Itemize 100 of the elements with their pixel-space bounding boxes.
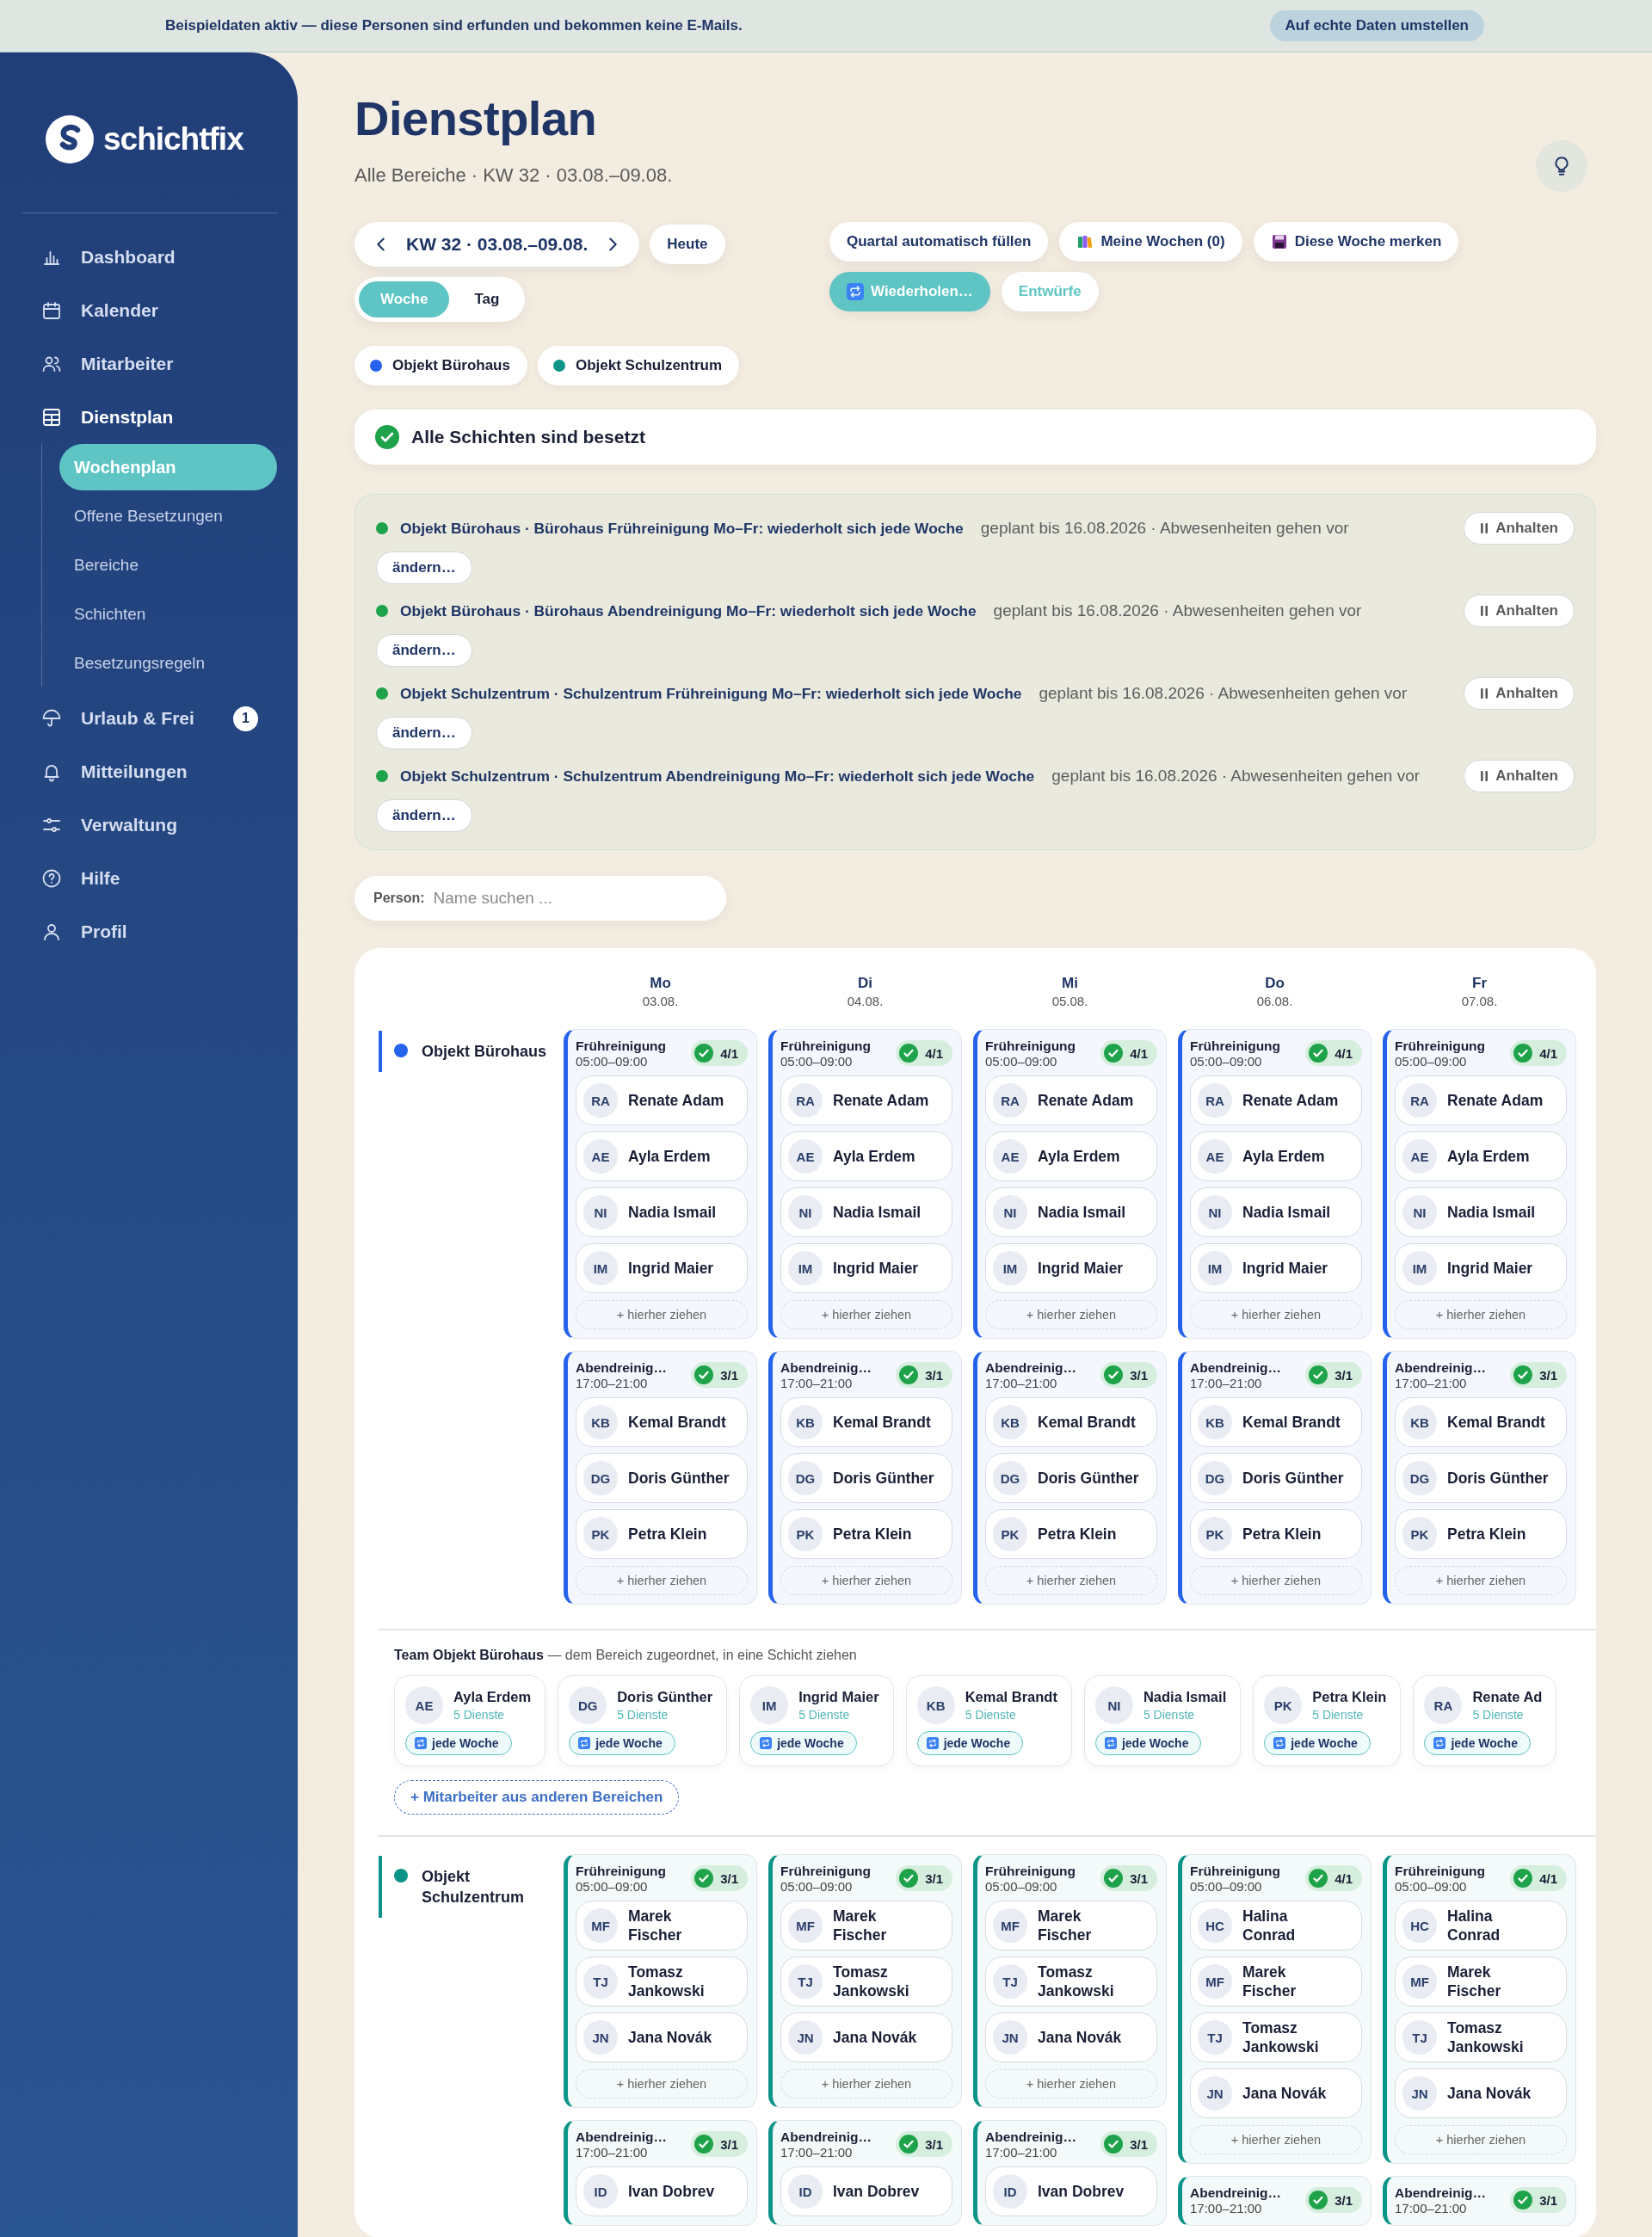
person-chip[interactable]: AE Ayla Erdem: [780, 1131, 952, 1181]
person-chip[interactable]: MF Marek Fischer: [576, 1901, 748, 1950]
action-button[interactable]: Quartal automatisch füllen: [829, 222, 1049, 262]
rule-meta: geplant bis 16.08.2026 · Abwesenheiten gehen vor: [1039, 684, 1408, 703]
nav-subitem[interactable]: Offene Besetzungen: [59, 493, 277, 539]
pause-button[interactable]: Anhalten: [1464, 512, 1575, 545]
member-card[interactable]: AE Ayla Erdem 5 Dienste jede Woche: [394, 1675, 546, 1766]
person-chip[interactable]: IM Ingrid Maier: [1395, 1243, 1567, 1293]
person-chip[interactable]: PK Petra Klein: [1190, 1509, 1362, 1559]
person-chip[interactable]: IM Ingrid Maier: [576, 1243, 748, 1293]
person-chip[interactable]: TJ Tomasz Jankowski: [576, 1957, 748, 2006]
action-button[interactable]: Diese Woche merken: [1253, 222, 1459, 262]
nav-subitem[interactable]: Besetzungsregeln: [59, 640, 277, 687]
shift-count: 5 Dienste: [965, 1708, 1017, 1722]
person-chip[interactable]: NI Nadia Ismail: [1395, 1187, 1567, 1237]
person-chip[interactable]: MF Marek Fischer: [1395, 1957, 1567, 2006]
person-chip[interactable]: KB Kemal Brandt: [576, 1397, 748, 1447]
person-chip[interactable]: NI Nadia Ismail: [576, 1187, 748, 1237]
search-input[interactable]: Name suchen ...: [433, 889, 707, 908]
shift-time: 05:00–09:00: [985, 1054, 1058, 1069]
person-chip[interactable]: KB Kemal Brandt: [1190, 1397, 1362, 1447]
person-chip[interactable]: PK Petra Klein: [1395, 1509, 1567, 1559]
person-chip[interactable]: IM Ingrid Maier: [780, 1243, 952, 1293]
person-chip[interactable]: RA Renate Adam: [1190, 1075, 1362, 1125]
pause-button[interactable]: Anhalten: [1464, 595, 1575, 627]
edit-button[interactable]: ändern…: [376, 552, 472, 584]
person-chip[interactable]: NI Nadia Ismail: [780, 1187, 952, 1237]
person-chip[interactable]: ID Ivan Dobrev: [985, 2166, 1157, 2216]
person-chip[interactable]: MF Marek Fischer: [780, 1901, 952, 1950]
person-chip[interactable]: MF Marek Fischer: [985, 1901, 1157, 1950]
person-chip[interactable]: PK Petra Klein: [985, 1509, 1157, 1559]
pause-button[interactable]: Anhalten: [1464, 760, 1575, 792]
person-chip[interactable]: DG Doris Günther: [780, 1453, 952, 1503]
person-chip[interactable]: TJ Tomasz Jankowski: [780, 1957, 952, 2006]
nav-item[interactable]: Mitarbeiter: [0, 337, 298, 391]
person-chip[interactable]: IM Ingrid Maier: [1190, 1243, 1362, 1293]
person-chip[interactable]: MF Marek Fischer: [1190, 1957, 1362, 2006]
person-chip[interactable]: KB Kemal Brandt: [1395, 1397, 1567, 1447]
person-chip[interactable]: PK Petra Klein: [576, 1509, 748, 1559]
member-card[interactable]: IM Ingrid Maier 5 Dienste jede Woche: [739, 1675, 894, 1766]
member-card[interactable]: PK Petra Klein 5 Dienste jede Woche: [1253, 1675, 1402, 1766]
edit-button[interactable]: ändern…: [376, 634, 472, 667]
coverage-count: 3/1: [925, 1870, 943, 1886]
nav-subitem[interactable]: Bereiche: [59, 542, 277, 589]
person-chip[interactable]: TJ Tomasz Jankowski: [1395, 2012, 1567, 2062]
person-chip[interactable]: DG Doris Günther: [985, 1453, 1157, 1503]
nav-item[interactable]: Kalender: [0, 284, 298, 337]
person-chip[interactable]: AE Ayla Erdem: [576, 1131, 748, 1181]
pause-button[interactable]: Anhalten: [1464, 677, 1575, 710]
nav-item[interactable]: Dienstplan: [0, 391, 298, 444]
nav-item[interactable]: Urlaub & Frei 1: [0, 692, 298, 745]
person-chip[interactable]: DG Doris Günther: [1190, 1453, 1362, 1503]
person-chip[interactable]: NI Nadia Ismail: [985, 1187, 1157, 1237]
person-chip[interactable]: DG Doris Günther: [1395, 1453, 1567, 1503]
person-chip[interactable]: IM Ingrid Maier: [985, 1243, 1157, 1293]
member-card[interactable]: DG Doris Günther 5 Dienste jede Woche: [558, 1675, 728, 1766]
nav-item[interactable]: Profil: [0, 905, 298, 958]
person-chip[interactable]: JN Jana Novák: [985, 2012, 1157, 2062]
shift-time: 17:00–21:00: [1190, 2201, 1263, 2216]
person-chip[interactable]: JN Jana Novák: [576, 2012, 748, 2062]
edit-button[interactable]: ändern…: [376, 799, 472, 832]
person-chip[interactable]: NI Nadia Ismail: [1190, 1187, 1362, 1237]
person-chip[interactable]: AE Ayla Erdem: [1395, 1131, 1567, 1181]
nav-item[interactable]: Mitteilungen: [0, 745, 298, 798]
action-button[interactable]: Meine Wochen (0): [1059, 222, 1242, 262]
person-chip[interactable]: JN Jana Novák: [1190, 2068, 1362, 2118]
view-tab[interactable]: Tag: [453, 281, 521, 317]
person-chip[interactable]: RA Renate Adam: [780, 1075, 952, 1125]
person-chip[interactable]: HC Halina Conrad: [1190, 1901, 1362, 1950]
nav-item[interactable]: Hilfe: [0, 852, 298, 905]
nav-item[interactable]: Dashboard: [0, 231, 298, 284]
member-card[interactable]: RA Renate Ad 5 Dienste jede Woche: [1413, 1675, 1557, 1766]
person-chip[interactable]: JN Jana Novák: [1395, 2068, 1567, 2118]
person-chip[interactable]: RA Renate Adam: [576, 1075, 748, 1125]
today-button[interactable]: Heute: [650, 225, 725, 264]
member-card[interactable]: KB Kemal Brandt 5 Dienste jede Woche: [905, 1675, 1072, 1766]
person-chip[interactable]: PK Petra Klein: [780, 1509, 952, 1559]
person-chip[interactable]: KB Kemal Brandt: [780, 1397, 952, 1447]
person-chip[interactable]: RA Renate Adam: [1395, 1075, 1567, 1125]
person-chip[interactable]: HC Halina Conrad: [1395, 1901, 1567, 1950]
person-chip[interactable]: AE Ayla Erdem: [985, 1131, 1157, 1181]
calendar-icon: [41, 300, 62, 321]
person-search-field[interactable]: Person: Name suchen ...: [354, 876, 726, 921]
edit-button[interactable]: ändern…: [376, 717, 472, 749]
person-chip[interactable]: ID Ivan Dobrev: [576, 2166, 748, 2216]
person-chip[interactable]: DG Doris Günther: [576, 1453, 748, 1503]
switch-data-button[interactable]: Auf echte Daten umstellen: [1269, 10, 1484, 41]
area-filter-chip[interactable]: Objekt Bürohaus: [354, 346, 527, 385]
nav-subitem[interactable]: Schichten: [59, 591, 277, 638]
area-filter-chip[interactable]: Objekt Schulzentrum: [537, 346, 739, 385]
person-chip[interactable]: TJ Tomasz Jankowski: [985, 1957, 1157, 2006]
person-chip[interactable]: JN Jana Novák: [780, 2012, 952, 2062]
member-card[interactable]: NI Nadia Ismail 5 Dienste jede Woche: [1083, 1675, 1242, 1766]
person-chip[interactable]: KB Kemal Brandt: [985, 1397, 1157, 1447]
person-chip[interactable]: ID Ivan Dobrev: [780, 2166, 952, 2216]
avatar-initials: NI: [1094, 1686, 1133, 1724]
person-chip[interactable]: TJ Tomasz Jankowski: [1190, 2012, 1362, 2062]
person-chip[interactable]: RA Renate Adam: [985, 1075, 1157, 1125]
person-chip[interactable]: AE Ayla Erdem: [1190, 1131, 1362, 1181]
nav-item[interactable]: Verwaltung: [0, 798, 298, 852]
